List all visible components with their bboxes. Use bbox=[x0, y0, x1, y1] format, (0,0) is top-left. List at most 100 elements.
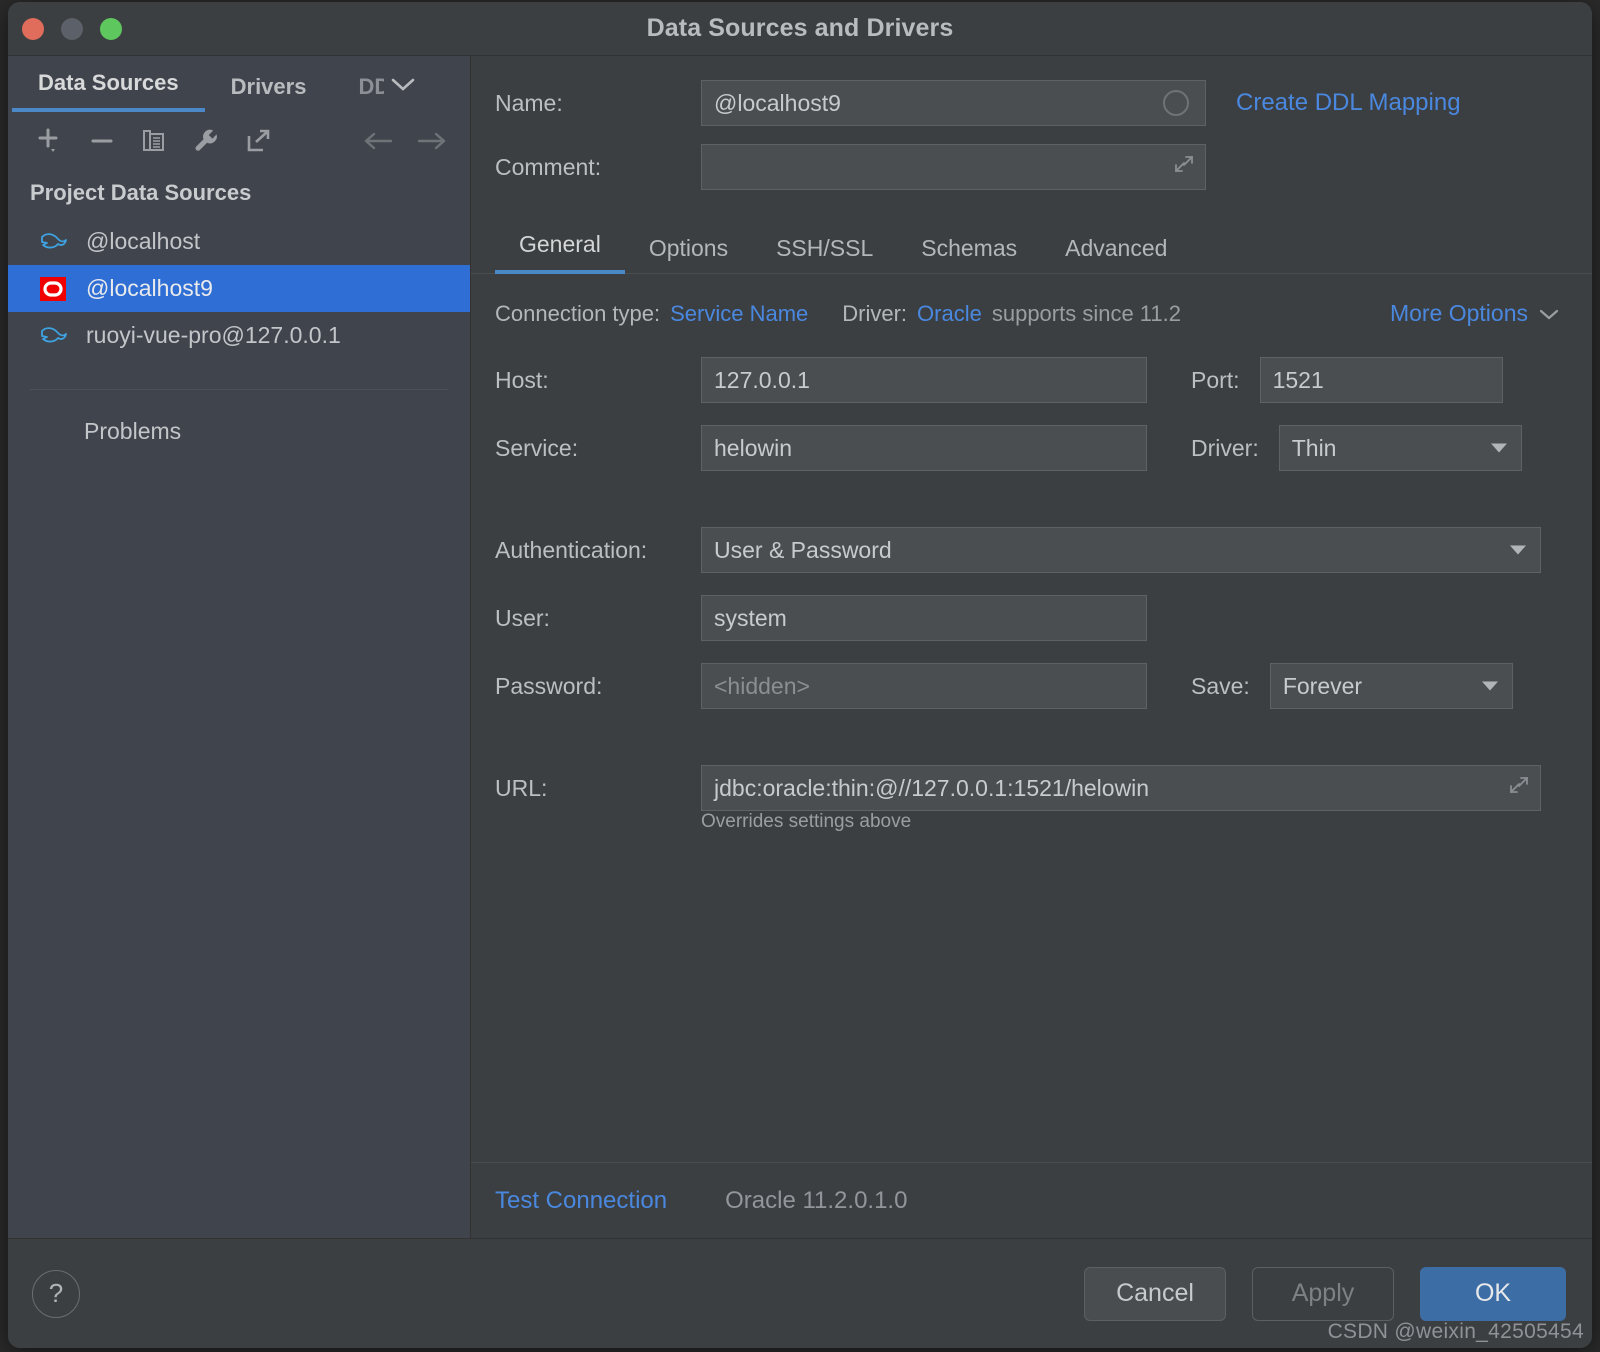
connection-type-value-link[interactable]: Service Name bbox=[670, 301, 808, 327]
authentication-select-value: User & Password bbox=[714, 536, 892, 563]
help-button[interactable]: ? bbox=[32, 1269, 80, 1318]
port-input[interactable]: 1521 bbox=[1259, 357, 1503, 403]
comment-input[interactable] bbox=[701, 144, 1206, 190]
list-item-localhost[interactable]: @localhost bbox=[8, 218, 470, 265]
test-connection-link[interactable]: Test Connection bbox=[495, 1187, 667, 1215]
driver-meta-value-link[interactable]: Oracle bbox=[917, 301, 982, 327]
user-input-value: system bbox=[714, 604, 787, 631]
share-icon[interactable] bbox=[232, 119, 284, 163]
cancel-button[interactable]: Cancel bbox=[1084, 1266, 1226, 1321]
expand-icon[interactable] bbox=[1508, 774, 1530, 802]
main-tabs: General Options SSH/SSL Schemas Advanced bbox=[471, 218, 1592, 274]
port-label: Port: bbox=[1191, 366, 1240, 393]
name-input[interactable]: @localhost9 bbox=[701, 80, 1206, 126]
watermark-text: CSDN @weixin_42505454 bbox=[1327, 1320, 1584, 1343]
more-options-label: More Options bbox=[1389, 300, 1528, 326]
connection-meta-row: Connection type: Service Name Driver: Or… bbox=[471, 274, 1592, 327]
chevron-down-icon bbox=[1481, 681, 1498, 691]
mysql-dolphin-icon bbox=[36, 321, 70, 351]
service-input[interactable]: helowin bbox=[701, 425, 1147, 471]
driver-support-note: supports since 11.2 bbox=[991, 300, 1181, 326]
tab-options[interactable]: Options bbox=[625, 235, 752, 274]
comment-label: Comment: bbox=[495, 153, 602, 180]
chevron-down-icon[interactable] bbox=[390, 75, 416, 112]
tab-advanced[interactable]: Advanced bbox=[1041, 235, 1191, 274]
host-input[interactable]: 127.0.0.1 bbox=[701, 357, 1147, 403]
tab-ssh-ssl[interactable]: SSH/SSL bbox=[752, 235, 897, 274]
url-group-spacer bbox=[495, 731, 1560, 765]
tab-schemas[interactable]: Schemas bbox=[897, 235, 1041, 274]
service-input-value: helowin bbox=[714, 434, 792, 461]
connection-type-label: Connection type: bbox=[495, 300, 661, 326]
oracle-icon bbox=[36, 274, 70, 304]
copy-icon[interactable] bbox=[128, 119, 180, 163]
remove-icon[interactable] bbox=[76, 119, 128, 163]
create-ddl-mapping-link[interactable]: Create DDL Mapping bbox=[1236, 89, 1461, 117]
list-item-localhost9[interactable]: @localhost9 bbox=[8, 265, 470, 312]
password-row: Password: <hidden> Save: Forever bbox=[495, 663, 1560, 709]
password-input-placeholder: <hidden> bbox=[714, 672, 810, 699]
field-group-spacer bbox=[495, 493, 1560, 527]
color-swatch-icon[interactable] bbox=[1163, 90, 1189, 116]
sidebar-tabs: Data Sources Drivers DD bbox=[8, 56, 470, 112]
driver-meta-label: Driver: bbox=[842, 300, 908, 326]
connection-status-bar: Test Connection Oracle 11.2.0.1.0 bbox=[471, 1162, 1592, 1238]
main-panel: Name: @localhost9 Create DDL Mapping Com… bbox=[471, 56, 1592, 1238]
driver-select[interactable]: Thin bbox=[1278, 425, 1522, 471]
apply-button[interactable]: Apply bbox=[1252, 1266, 1394, 1321]
dialog-body: Data Sources Drivers DD Project Data Sou… bbox=[8, 56, 1592, 1238]
driver-version-text: Oracle 11.2.0.1.0 bbox=[725, 1186, 908, 1214]
sidebar-toolbar bbox=[8, 112, 470, 170]
host-port-row: Host: 127.0.0.1 Port: 1521 bbox=[495, 357, 1560, 403]
more-options-button[interactable]: More Options bbox=[1390, 300, 1560, 327]
section-title-project-data-sources: Project Data Sources bbox=[30, 180, 252, 205]
chevron-down-icon bbox=[1510, 545, 1526, 555]
header-form: Name: @localhost9 Create DDL Mapping Com… bbox=[471, 56, 1592, 208]
name-row: Name: @localhost9 Create DDL Mapping bbox=[495, 80, 1560, 126]
tab-ddl-mappings[interactable]: DD bbox=[332, 74, 384, 112]
url-input[interactable]: jdbc:oracle:thin:@//127.0.0.1:1521/helow… bbox=[701, 765, 1541, 811]
dialog-footer: ? Cancel Apply OK CSDN @weixin_42505454 bbox=[8, 1238, 1592, 1348]
list-item-label: ruoyi-vue-pro@127.0.0.1 bbox=[86, 322, 341, 348]
title-bar: Data Sources and Drivers bbox=[8, 2, 1592, 56]
name-label: Name: bbox=[495, 89, 563, 116]
ok-button[interactable]: OK bbox=[1420, 1266, 1566, 1321]
url-label: URL: bbox=[495, 774, 548, 801]
name-input-value: @localhost9 bbox=[714, 89, 841, 116]
list-item-label: @localhost9 bbox=[86, 275, 213, 301]
back-arrow-icon[interactable] bbox=[358, 121, 398, 161]
comment-row: Comment: bbox=[495, 144, 1560, 190]
dialog-window: Data Sources and Drivers Data Sources Dr… bbox=[8, 2, 1592, 1348]
chevron-down-icon bbox=[1490, 443, 1507, 453]
save-label: Save: bbox=[1191, 672, 1250, 699]
add-icon[interactable] bbox=[24, 119, 76, 163]
authentication-label: Authentication: bbox=[495, 536, 648, 563]
tab-drivers[interactable]: Drivers bbox=[205, 74, 333, 112]
driver-label: Driver: bbox=[1191, 434, 1259, 461]
host-input-value: 127.0.0.1 bbox=[714, 366, 810, 393]
window-title: Data Sources and Drivers bbox=[646, 14, 954, 42]
wrench-icon[interactable] bbox=[180, 119, 232, 163]
port-input-value: 1521 bbox=[1272, 366, 1324, 393]
sidebar: Data Sources Drivers DD Project Data Sou… bbox=[8, 56, 471, 1238]
authentication-select[interactable]: User & Password bbox=[701, 527, 1541, 573]
sidebar-item-problems[interactable]: Problems bbox=[8, 390, 470, 445]
connection-fields: Host: 127.0.0.1 Port: 1521 Service: helo… bbox=[471, 327, 1592, 833]
user-row: User: system bbox=[495, 595, 1560, 641]
tab-data-sources[interactable]: Data Sources bbox=[12, 70, 205, 112]
password-label: Password: bbox=[495, 672, 603, 699]
host-label: Host: bbox=[495, 366, 549, 393]
data-sources-list: @localhost @localhost9 ruoyi-vue-pro@127… bbox=[8, 214, 470, 359]
forward-arrow-icon[interactable] bbox=[412, 121, 452, 161]
chevron-down-icon bbox=[1539, 309, 1559, 319]
mysql-dolphin-icon bbox=[36, 227, 70, 257]
tab-general[interactable]: General bbox=[495, 231, 625, 274]
user-input[interactable]: system bbox=[701, 595, 1147, 641]
service-driver-row: Service: helowin Driver: Thin bbox=[495, 425, 1560, 471]
save-select[interactable]: Forever bbox=[1269, 663, 1513, 709]
footer-buttons: Cancel Apply OK bbox=[1084, 1266, 1566, 1321]
list-item-ruoyi-vue-pro[interactable]: ruoyi-vue-pro@127.0.0.1 bbox=[8, 312, 470, 359]
url-row: URL: jdbc:oracle:thin:@//127.0.0.1:1521/… bbox=[495, 765, 1560, 811]
password-input[interactable]: <hidden> bbox=[701, 663, 1147, 709]
expand-icon[interactable] bbox=[1173, 153, 1195, 181]
